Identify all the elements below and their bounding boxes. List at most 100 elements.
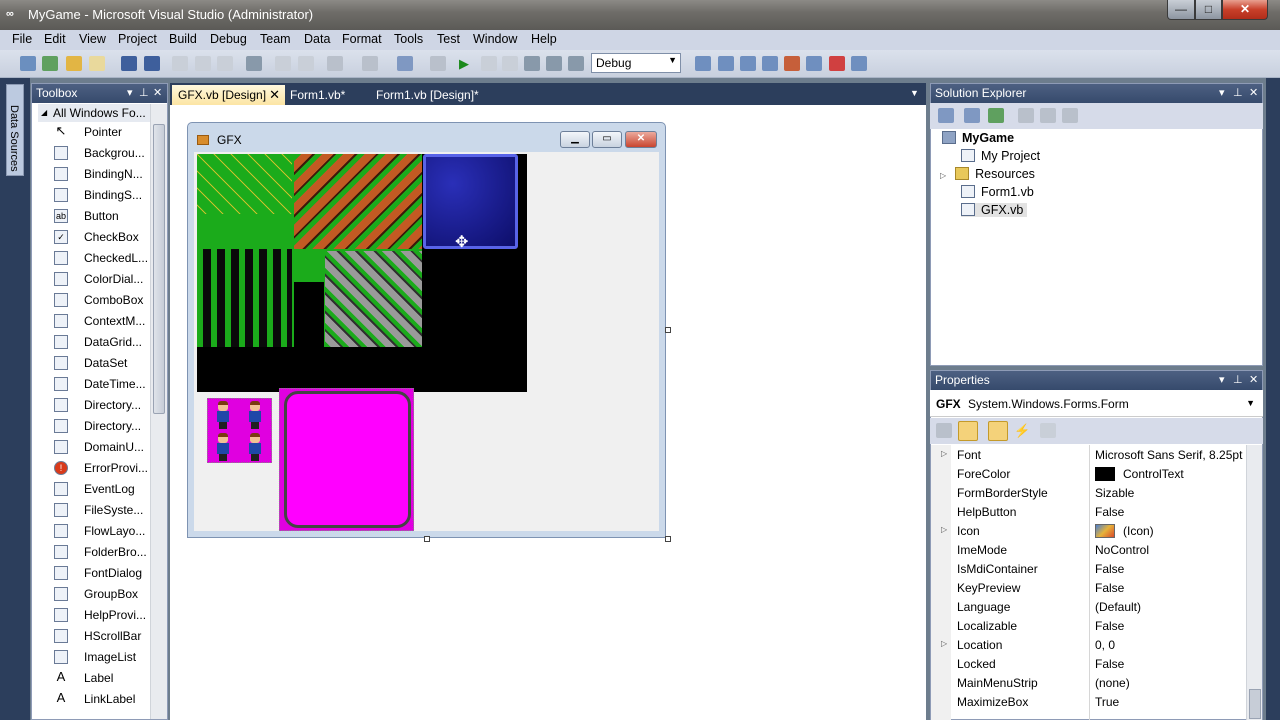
toolbox-item[interactable]: FlowLayo... [32, 521, 150, 542]
property-value[interactable]: False [1095, 562, 1124, 576]
class-diagram-icon[interactable] [1062, 108, 1078, 123]
property-row[interactable]: ForeColor ControlText [930, 464, 1246, 483]
toolbox-item[interactable]: GroupBox [32, 584, 150, 605]
tree-item-gfx[interactable]: GFX.vb [961, 203, 1028, 217]
toolbox-item[interactable]: BindingN... [32, 164, 150, 185]
toolbox-item[interactable]: Directory... [32, 395, 150, 416]
solution-explorer-icon[interactable] [718, 56, 734, 71]
toolbox-item[interactable]: HelpProvi... [32, 605, 150, 626]
toolbox-item[interactable]: DataSet [32, 353, 150, 374]
pin-icon[interactable]: ⊥ [139, 86, 149, 99]
open-file-icon[interactable] [66, 56, 82, 71]
property-value[interactable]: (none) [1095, 676, 1130, 690]
events-icon[interactable]: ⚡ [1014, 423, 1030, 438]
tab-form1-code[interactable]: Form1.vb* [284, 85, 351, 105]
property-row[interactable]: ▷ Icon (Icon) [930, 521, 1246, 540]
menu-file[interactable]: File [12, 32, 32, 46]
panel-menu-icon[interactable]: ▾ [1219, 373, 1225, 386]
property-row[interactable]: Locked False [930, 654, 1246, 673]
property-value[interactable]: Sizable [1095, 486, 1134, 500]
property-row[interactable]: KeyPreview False [930, 578, 1246, 597]
tree-item-my-project[interactable]: My Project [961, 149, 1040, 163]
navigate-forward-icon[interactable] [430, 56, 446, 71]
property-value[interactable]: (Default) [1095, 600, 1141, 614]
toolbox-item[interactable]: FolderBro... [32, 542, 150, 563]
tab-form1-design[interactable]: Form1.vb [Design]* [370, 85, 485, 105]
scrollbar-thumb[interactable] [1249, 689, 1261, 719]
start-debugging-icon[interactable]: ▶ [459, 56, 475, 71]
toolbox-item[interactable]: ✓ CheckBox [32, 227, 150, 248]
property-row[interactable]: ImeMode NoControl [930, 540, 1246, 559]
pin-icon[interactable]: ⊥ [1233, 86, 1243, 99]
view-code-icon[interactable] [1018, 108, 1034, 123]
uncomment-icon[interactable] [298, 56, 314, 71]
menu-debug[interactable]: Debug [210, 32, 247, 46]
toolbox-item[interactable]: ContextM... [32, 311, 150, 332]
toolbox-item[interactable]: ab Button [32, 206, 150, 227]
menu-project[interactable]: Project [118, 32, 157, 46]
property-value[interactable]: False [1095, 581, 1124, 595]
solution-configuration-dropdown[interactable]: Debug ▼ [591, 53, 681, 73]
alphabetical-icon[interactable] [958, 421, 978, 441]
resize-handle-right[interactable] [665, 327, 671, 333]
toolbox-item[interactable]: BindingS... [32, 185, 150, 206]
navigate-backward-icon[interactable] [397, 56, 413, 71]
cut-icon[interactable] [172, 56, 188, 71]
extension-manager-icon[interactable] [829, 56, 845, 71]
minimize-button[interactable]: — [1167, 0, 1195, 20]
characters-picturebox[interactable] [207, 398, 272, 463]
toolbox-item[interactable]: FontDialog [32, 563, 150, 584]
paste-icon[interactable] [217, 56, 233, 71]
property-row[interactable]: Language (Default) [930, 597, 1246, 616]
properties-window-icon[interactable] [740, 56, 756, 71]
properties-icon[interactable] [938, 108, 954, 123]
step-out-icon[interactable] [568, 56, 584, 71]
property-row[interactable]: ▷ Location 0, 0 [930, 635, 1246, 654]
tree-item-form1[interactable]: Form1.vb [961, 185, 1034, 199]
menu-format[interactable]: Format [342, 32, 382, 46]
property-row[interactable]: FormBorderStyle Sizable [930, 483, 1246, 502]
menu-window[interactable]: Window [473, 32, 517, 46]
expand-icon[interactable]: ▷ [941, 639, 947, 648]
panel-close-icon[interactable]: ✕ [1249, 373, 1258, 386]
categorized-icon[interactable] [936, 423, 952, 438]
copy-icon[interactable] [195, 56, 211, 71]
panel-menu-icon[interactable]: ▾ [1219, 86, 1225, 99]
tree-project-mygame[interactable]: MyGame [942, 131, 1014, 145]
undo-icon[interactable] [327, 56, 343, 71]
menu-data[interactable]: Data [304, 32, 330, 46]
toolbox-item[interactable]: Backgrou... [32, 143, 150, 164]
toolbox-item[interactable]: ! ErrorProvi... [32, 458, 150, 479]
toolbox-icon[interactable] [784, 56, 800, 71]
expand-icon[interactable]: ▷ [940, 171, 946, 180]
toolbox-item[interactable]: Directory... [32, 416, 150, 437]
resize-handle-corner[interactable] [665, 536, 671, 542]
find-icon[interactable] [246, 56, 262, 71]
save-icon[interactable] [121, 56, 137, 71]
show-all-files-icon[interactable] [964, 108, 980, 123]
pause-icon[interactable] [481, 56, 497, 71]
find-in-files-icon[interactable] [695, 56, 711, 71]
properties-view-icon[interactable] [988, 421, 1008, 441]
tree-item-resources[interactable]: ▷ Resources [940, 167, 1035, 181]
start-page-icon[interactable] [806, 56, 822, 71]
property-value[interactable]: NoControl [1095, 543, 1149, 557]
property-row[interactable]: MainMenuStrip (none) [930, 673, 1246, 692]
expand-icon[interactable]: ▷ [941, 525, 947, 534]
toolbox-item[interactable]: DomainU... [32, 437, 150, 458]
property-row[interactable]: ▷ Font Microsoft Sans Serif, 8.25pt [930, 445, 1246, 464]
toolbox-item[interactable]: ImageList [32, 647, 150, 668]
view-designer-icon[interactable] [1040, 108, 1056, 123]
property-value[interactable]: Microsoft Sans Serif, 8.25pt [1095, 448, 1242, 462]
form-maximize-button[interactable]: ▭ [592, 131, 622, 148]
new-project-icon[interactable] [20, 56, 36, 71]
panel-menu-icon[interactable]: ▾ [127, 86, 133, 99]
toolbox-item[interactable]: CheckedL... [32, 248, 150, 269]
panel-close-icon[interactable]: ✕ [1249, 86, 1258, 99]
toolbox-item[interactable]: HScrollBar [32, 626, 150, 647]
properties-scrollbar[interactable] [1246, 445, 1262, 720]
stop-icon[interactable] [502, 56, 518, 71]
property-row[interactable]: HelpButton False [930, 502, 1246, 521]
panel-close-icon[interactable]: ✕ [153, 86, 162, 99]
tab-dropdown-icon[interactable]: ▼ [904, 85, 925, 105]
